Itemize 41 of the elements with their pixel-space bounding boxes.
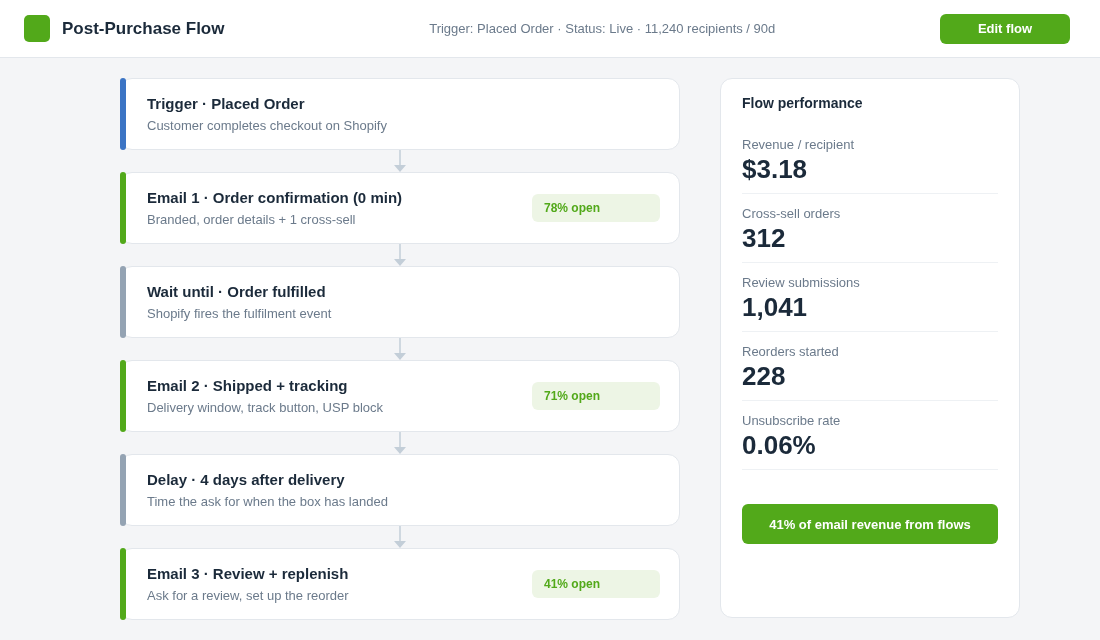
panel-title: Flow performance [742, 94, 864, 113]
open-rate-badge: 78% open [532, 194, 660, 222]
metric-value: 312 [742, 223, 787, 253]
logo-icon [24, 15, 50, 42]
open-rate-badge: 41% open [532, 570, 660, 598]
metric-label: Revenue / recipient [742, 136, 855, 154]
down-arrow-icon [394, 526, 406, 548]
step-card[interactable]: Delay · 4 days after delivery Time the ask for when the box has landed [120, 454, 680, 526]
step-card[interactable]: Email 1 · Order confirmation (0 min) Branded, order details + 1 cross-sell 78% open [120, 172, 680, 244]
step-description: Customer completes checkout on Shopify [147, 116, 387, 135]
step-description: Time the ask for when the box has landed [147, 492, 388, 511]
step-description: Delivery window, track button, USP block [147, 398, 384, 417]
step-description: Shopify fires the fulfilment event [147, 304, 332, 323]
metric-label: Unsubscribe rate [742, 412, 842, 430]
metric-value: 1,041 [742, 292, 809, 322]
flow-title: Post-Purchase Flow [62, 18, 225, 39]
down-arrow-icon [394, 150, 406, 172]
step-card[interactable]: Email 3 · Review + replenish Ask for a review, set up the reorder 41% open [120, 548, 680, 620]
metric-value: $3.18 [742, 154, 809, 184]
step-description: Ask for a review, set up the reorder [147, 586, 349, 605]
revenue-share-banner: 41% of email revenue from flows [742, 504, 998, 544]
down-arrow-icon [394, 244, 406, 266]
step-description: Branded, order details + 1 cross-sell [147, 210, 357, 229]
open-rate-badge: 71% open [532, 382, 660, 410]
step-title: Trigger · Placed Order [147, 93, 306, 114]
step-title: Delay · 4 days after delivery [147, 469, 346, 490]
step-card[interactable]: Trigger · Placed Order Customer completes checkout on Shopify [120, 78, 680, 150]
flow-summary: Trigger: Placed Order · Status: Live · 11,240 recipients / 90d [429, 21, 776, 36]
step-title: Email 3 · Review + replenish [147, 563, 349, 584]
metric-value: 0.06% [742, 430, 817, 460]
metric-label: Review submissions [742, 274, 861, 292]
metric-label: Reorders started [742, 343, 840, 361]
step-title: Email 1 · Order confirmation (0 min) [147, 187, 403, 208]
step-title: Email 2 · Shipped + tracking [147, 375, 349, 396]
down-arrow-icon [394, 338, 406, 360]
down-arrow-icon [394, 432, 406, 454]
step-title: Wait until · Order fulfilled [147, 281, 327, 302]
metric-value: 228 [742, 361, 787, 391]
step-card[interactable]: Email 2 · Shipped + tracking Delivery window, track button, USP block 71% open [120, 360, 680, 432]
metric-label: Cross-sell orders [742, 205, 842, 223]
step-card[interactable]: Wait until · Order fulfilled Shopify fires the fulfilment event [120, 266, 680, 338]
